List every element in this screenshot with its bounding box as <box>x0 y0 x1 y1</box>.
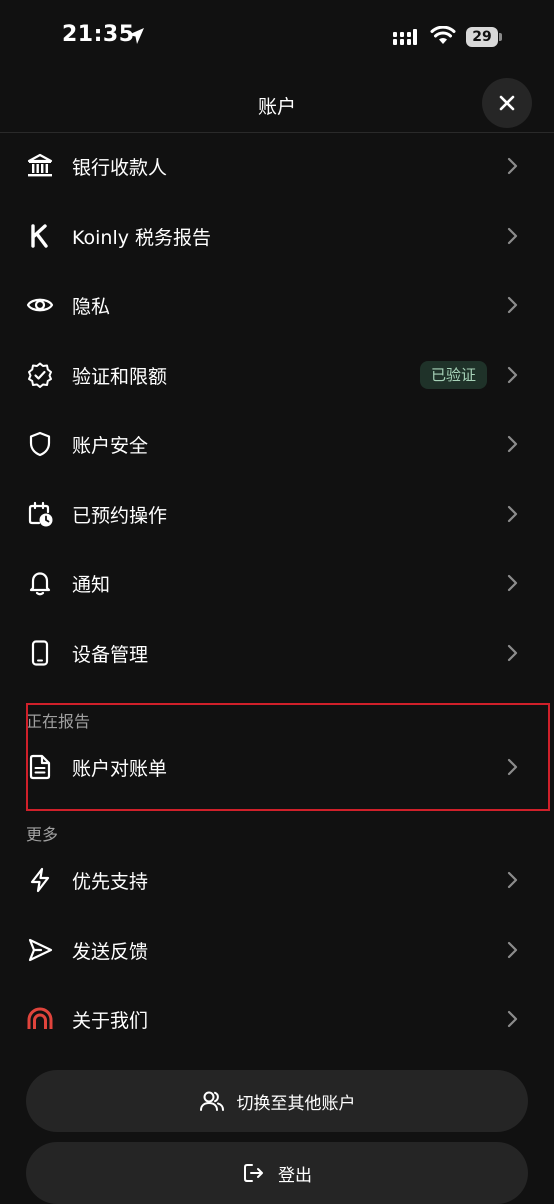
wifi-icon <box>430 26 456 44</box>
battery-indicator: 29 <box>466 27 502 47</box>
chevron-right-icon <box>507 574 518 592</box>
cellular-signal-icon <box>393 29 417 45</box>
users-icon <box>199 1091 224 1111</box>
menu-item-label: 银行收款人 <box>72 157 168 179</box>
shield-icon <box>29 431 51 457</box>
chevron-right-icon <box>507 296 518 314</box>
battery-tip <box>499 33 502 41</box>
header: 账户 <box>0 74 554 133</box>
menu-item-verification-limits[interactable]: 验证和限额 已验证 <box>0 340 554 410</box>
menu-item-label: 隐私 <box>72 296 111 318</box>
chevron-right-icon <box>507 871 518 889</box>
chevron-right-icon <box>507 505 518 522</box>
brand-logo-icon <box>27 1007 53 1029</box>
status-time: 21:35 <box>62 22 135 47</box>
menu-item-label: 关于我们 <box>72 1010 149 1032</box>
menu-item-label: 设备管理 <box>72 643 149 666</box>
menu-item-label: Koinly 税务报告 <box>72 226 212 249</box>
menu-item-label: 验证和限额 <box>72 365 168 388</box>
section-header-more: 更多 <box>26 825 59 844</box>
send-icon <box>28 938 53 961</box>
menu-item-label: 通知 <box>72 574 111 596</box>
menu-item-koinly-tax-report[interactable]: Koinly 税务报告 <box>0 201 554 271</box>
menu-item-label: 优先支持 <box>72 871 149 893</box>
menu-item-account-security[interactable]: 账户安全 <box>0 409 554 479</box>
menu-item-label: 发送反馈 <box>72 940 149 963</box>
close-icon <box>499 95 515 111</box>
location-arrow-icon <box>128 28 144 44</box>
chevron-right-icon <box>507 366 518 383</box>
chevron-right-icon <box>507 941 518 958</box>
verified-status-badge: 已验证 <box>420 360 488 389</box>
bank-icon <box>27 153 53 177</box>
verified-badge-icon <box>28 362 52 388</box>
more-menu-list: 优先支持 发送反馈 关于我们 <box>0 845 554 1054</box>
menu-item-device-management[interactable]: 设备管理 <box>0 618 554 688</box>
bell-icon <box>29 572 51 596</box>
eye-icon <box>26 298 54 312</box>
koinly-k-icon <box>31 223 48 248</box>
menu-item-notifications[interactable]: 通知 <box>0 548 554 618</box>
menu-item-label: 账户安全 <box>72 435 149 457</box>
account-menu-list: 银行收款人 Koinly 税务报告 隐私 验证和限额 已验证 账户安全 已预约操… <box>0 131 554 687</box>
logout-button[interactable]: 登出 <box>26 1142 528 1204</box>
switch-account-label: 切换至其他账户 <box>236 1093 356 1114</box>
logout-icon <box>244 1164 263 1182</box>
menu-item-privacy[interactable]: 隐私 <box>0 270 554 340</box>
menu-item-send-feedback[interactable]: 发送反馈 <box>0 915 554 985</box>
menu-item-bank-payees[interactable]: 银行收款人 <box>0 131 554 201</box>
logout-label: 登出 <box>278 1165 312 1186</box>
menu-item-about-us[interactable]: 关于我们 <box>0 984 554 1054</box>
menu-item-scheduled-actions[interactable]: 已预约操作 <box>0 479 554 549</box>
status-bar: 21:35 29 <box>0 0 554 74</box>
menu-item-label: 已预约操作 <box>72 504 168 527</box>
battery-level: 29 <box>466 27 498 47</box>
switch-account-button[interactable]: 切换至其他账户 <box>26 1070 528 1132</box>
page-title: 账户 <box>257 96 296 118</box>
chevron-right-icon <box>507 1010 518 1028</box>
lightning-icon <box>30 867 50 893</box>
chevron-right-icon <box>507 435 518 453</box>
chevron-right-icon <box>507 157 518 175</box>
chevron-right-icon <box>507 644 518 661</box>
close-button[interactable] <box>482 78 532 128</box>
menu-item-priority-support[interactable]: 优先支持 <box>0 845 554 915</box>
calendar-clock-icon <box>28 501 53 526</box>
chevron-right-icon <box>507 227 518 244</box>
phone-icon <box>31 639 49 666</box>
highlight-box <box>26 703 550 811</box>
